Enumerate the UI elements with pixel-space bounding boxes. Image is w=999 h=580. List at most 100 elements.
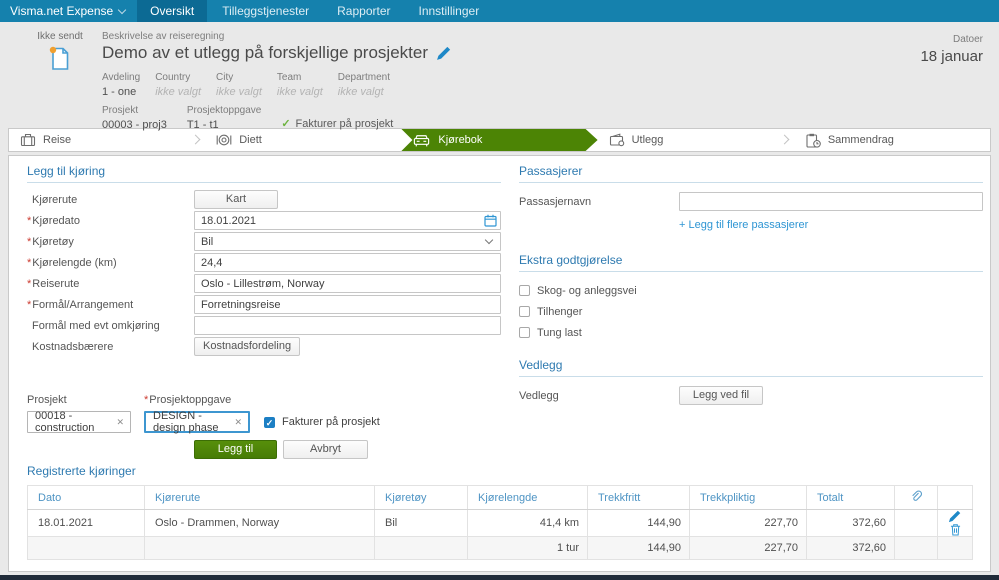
header-main: Beskrivelse av reiseregning Demo av et u… — [102, 31, 985, 131]
top-navbar: Visma.net Expense Oversikt Tilleggstjene… — [0, 0, 999, 22]
page-title: Demo av et utlegg på forskjellige prosje… — [102, 43, 428, 62]
invoice-flag-label: Fakturer på prosjekt — [295, 117, 394, 130]
expense-header: Ikke sendt Beskrivelse av reiseregning D… — [0, 22, 999, 131]
tab-diett[interactable]: Diett — [205, 129, 401, 151]
plate-icon — [216, 134, 232, 146]
right-column: Passasjerer Passasjernavn + Legg til fle… — [519, 164, 983, 407]
col-trekkfritt[interactable]: Trekkfritt — [587, 485, 690, 510]
add-button[interactable]: Legg til — [194, 440, 277, 459]
kostnadsbarere-label: Kostnadsbærere — [32, 340, 114, 353]
cell-rute: Oslo - Drammen, Norway — [144, 509, 375, 537]
kjorelengde-input[interactable] — [194, 253, 501, 272]
nav-item-oversikt[interactable]: Oversikt — [137, 0, 208, 22]
invoice-checkbox-label: Fakturer på prosjekt — [282, 416, 380, 428]
kjorebok-panel: Legg til kjøring Kjørerute Kart Kjøredat… — [8, 155, 991, 572]
checkbox-row-skog[interactable]: Skog- og anleggsvei — [519, 284, 983, 297]
tab-separator-icon — [190, 134, 201, 145]
meta-prosjekt: Prosjekt 00003 - proj3 — [102, 105, 167, 131]
cell-trekkpliktig: 227,70 — [689, 509, 807, 537]
reiserute-label: Reiserute — [27, 278, 194, 290]
meta-city: City ikke valgt — [216, 72, 262, 98]
cell-lengde: 41,4 km — [467, 509, 588, 537]
checkbox-unchecked[interactable] — [519, 306, 530, 317]
col-dato[interactable]: Dato — [27, 485, 145, 510]
calendar-icon[interactable] — [484, 214, 497, 227]
cell-totalt: 372,60 — [806, 509, 895, 537]
dates-value: 18 januar — [920, 48, 983, 65]
task-group: Prosjektoppgave DESIGN - design phase ✕ — [144, 394, 250, 434]
checkbox-row-tilhenger[interactable]: Tilhenger — [519, 305, 983, 318]
registered-drives: Registrerte kjøringer Dato Kjørerute Kjø… — [27, 464, 973, 560]
kostnadsfordeling-button[interactable]: Kostnadsfordeling — [194, 337, 301, 356]
col-trekkpliktig[interactable]: Trekkpliktig — [689, 485, 807, 510]
nav-item-innstillinger[interactable]: Innstillinger — [406, 0, 493, 22]
col-kjorerute[interactable]: Kjørerute — [144, 485, 375, 510]
delete-row-trash-icon[interactable] — [950, 523, 961, 536]
task-tag[interactable]: DESIGN - design phase ✕ — [144, 410, 250, 434]
project-tag-value: 00018 - construction — [35, 410, 95, 434]
col-kjoretoy[interactable]: Kjøretøy — [374, 485, 468, 510]
dates-label: Datoer — [952, 34, 983, 45]
summary-clipboard-icon — [806, 133, 821, 148]
footer-trekkpliktig: 227,70 — [689, 536, 807, 560]
add-drive-section-title: Legg til kjøring — [27, 164, 501, 183]
window-bottom-edge — [0, 575, 999, 580]
wizard-tabbar: Reise Diett Kjørebok Utlegg Sammendrag — [8, 128, 991, 152]
cell-trekkfritt: 144,90 — [587, 509, 690, 537]
drives-table: Dato Kjørerute Kjøretøy Kjørelengde Trek… — [27, 485, 973, 560]
cell-attachment — [894, 509, 938, 537]
checkbox-label: Tilhenger — [537, 305, 583, 318]
meta-avdeling: Avdeling 1 - one — [102, 72, 141, 98]
tab-utlegg[interactable]: Utlegg — [598, 129, 794, 151]
paperclip-icon — [912, 489, 923, 501]
remove-task-icon[interactable]: ✕ — [234, 417, 242, 428]
omkjoring-label: Formål med evt omkjøring — [32, 319, 160, 332]
checkbox-checked[interactable]: ✓ — [264, 416, 275, 428]
app-brand-label: Visma.net Expense — [10, 4, 114, 18]
kart-button[interactable]: Kart — [194, 190, 278, 209]
tab-sammendrag[interactable]: Sammendrag — [794, 129, 990, 151]
checkbox-label: Skog- og anleggsvei — [537, 284, 637, 297]
passenger-name-input[interactable] — [679, 192, 983, 211]
tab-diett-label: Diett — [239, 134, 262, 146]
nav-item-rapporter[interactable]: Rapporter — [324, 0, 403, 22]
project-tag[interactable]: 00018 - construction ✕ — [27, 410, 131, 434]
remove-project-icon[interactable]: ✕ — [116, 417, 124, 428]
col-totalt[interactable]: Totalt — [806, 485, 895, 510]
vedlegg-label: Vedlegg — [519, 389, 559, 402]
checkbox-row-tunglast[interactable]: Tung last — [519, 326, 983, 339]
col-actions — [937, 485, 973, 510]
cancel-button[interactable]: Avbryt — [283, 440, 368, 459]
kjoredato-input[interactable] — [194, 211, 501, 230]
table-header-row: Dato Kjørerute Kjøretøy Kjørelengde Trek… — [27, 485, 973, 510]
omkjoring-input[interactable] — [194, 316, 501, 335]
status-dot — [49, 46, 57, 54]
task-tag-value: DESIGN - design phase — [153, 410, 219, 434]
tab-reise[interactable]: Reise — [9, 129, 205, 151]
meta-department: Department ikke valgt — [337, 72, 391, 98]
add-passengers-link[interactable]: + Legg til flere passasjerer — [679, 219, 808, 231]
tab-sammendrag-label: Sammendrag — [827, 134, 894, 146]
col-attachments — [894, 485, 938, 510]
reiserute-input[interactable] — [194, 274, 501, 293]
kjorerute-label: Kjørerute — [32, 193, 78, 206]
app-brand-menu[interactable]: Visma.net Expense — [0, 0, 135, 22]
meta-team: Team ikke valgt — [276, 72, 323, 98]
invoice-checkbox-row[interactable]: ✓ Fakturer på prosjekt — [264, 416, 380, 428]
tab-reise-label: Reise — [43, 134, 72, 146]
edit-title-pencil-icon[interactable] — [436, 46, 451, 61]
checkbox-unchecked[interactable] — [519, 285, 530, 296]
description-label: Beskrivelse av reiseregning — [102, 31, 225, 42]
cell-actions — [937, 509, 973, 537]
checkbox-label: Tung last — [537, 326, 582, 339]
vehicle-select[interactable]: Bil — [194, 232, 501, 251]
edit-row-pencil-icon[interactable] — [948, 510, 961, 523]
chevron-down-icon — [117, 5, 127, 14]
formal-input[interactable] — [194, 295, 501, 314]
tab-utlegg-label: Utlegg — [631, 134, 664, 146]
col-kjorelengde[interactable]: Kjørelengde — [467, 485, 588, 510]
attach-file-button[interactable]: Legg ved fil — [679, 386, 763, 405]
tab-kjorebok[interactable]: Kjørebok — [401, 129, 597, 151]
checkbox-unchecked[interactable] — [519, 327, 530, 338]
nav-item-tilleggstjenester[interactable]: Tilleggstjenester — [209, 0, 322, 22]
